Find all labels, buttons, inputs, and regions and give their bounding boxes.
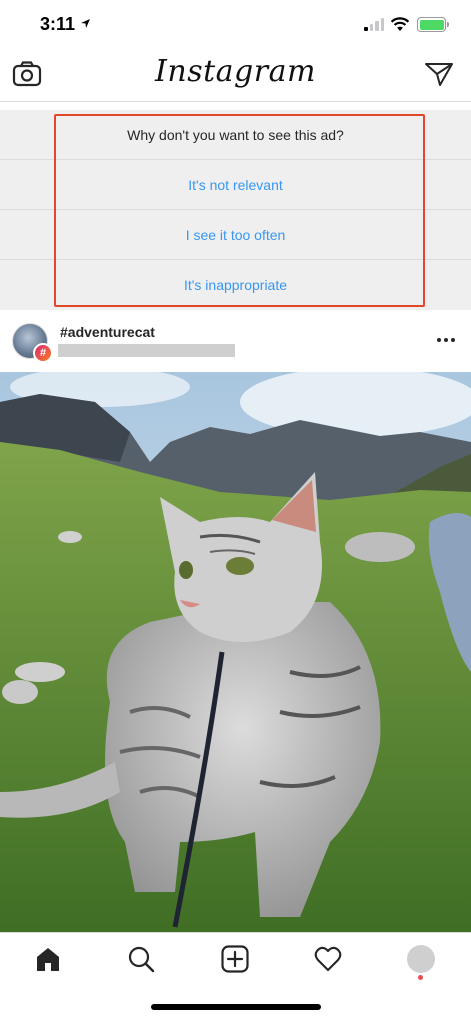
- more-options-icon[interactable]: [434, 332, 458, 348]
- home-indicator[interactable]: [151, 1004, 321, 1010]
- location-arrow-icon: [81, 19, 90, 28]
- post-header: # #adventurecat: [0, 318, 471, 370]
- tab-profile[interactable]: [403, 941, 439, 977]
- app-header: Instagram: [0, 48, 471, 102]
- profile-notification-dot: [418, 975, 423, 980]
- battery-tip: [447, 22, 449, 27]
- cat-photo: [0, 372, 471, 932]
- app-logo: Instagram: [155, 54, 316, 89]
- new-post-icon: [221, 945, 249, 973]
- option-see-too-often[interactable]: I see it too often: [0, 210, 471, 260]
- activity-heart-icon: [314, 946, 342, 972]
- tab-home[interactable]: [30, 941, 66, 977]
- tab-search[interactable]: [123, 941, 159, 977]
- search-icon: [128, 946, 155, 973]
- option-not-relevant[interactable]: It's not relevant: [0, 160, 471, 210]
- status-time: 3:11: [40, 14, 76, 34]
- ad-feedback-panel: Why don't you want to see this ad? It's …: [0, 110, 471, 310]
- tab-activity[interactable]: [310, 941, 346, 977]
- direct-send-icon[interactable]: [424, 60, 454, 88]
- option-inappropriate[interactable]: It's inappropriate: [0, 260, 471, 310]
- tab-new-post[interactable]: [217, 941, 253, 977]
- profile-icon: [407, 945, 435, 973]
- hashtag-badge: #: [33, 343, 53, 363]
- ad-feedback-question: Why don't you want to see this ad?: [0, 110, 471, 160]
- post-photo[interactable]: [0, 372, 471, 932]
- wifi-icon: [390, 17, 410, 31]
- battery-icon: [417, 17, 446, 32]
- signal-icon: [364, 18, 384, 31]
- status-bar: 3:11: [0, 0, 471, 48]
- post-username[interactable]: #adventurecat: [60, 324, 155, 340]
- home-icon: [37, 948, 59, 971]
- redacted-subtitle: [58, 344, 235, 357]
- bottom-tab-bar: [0, 932, 471, 1024]
